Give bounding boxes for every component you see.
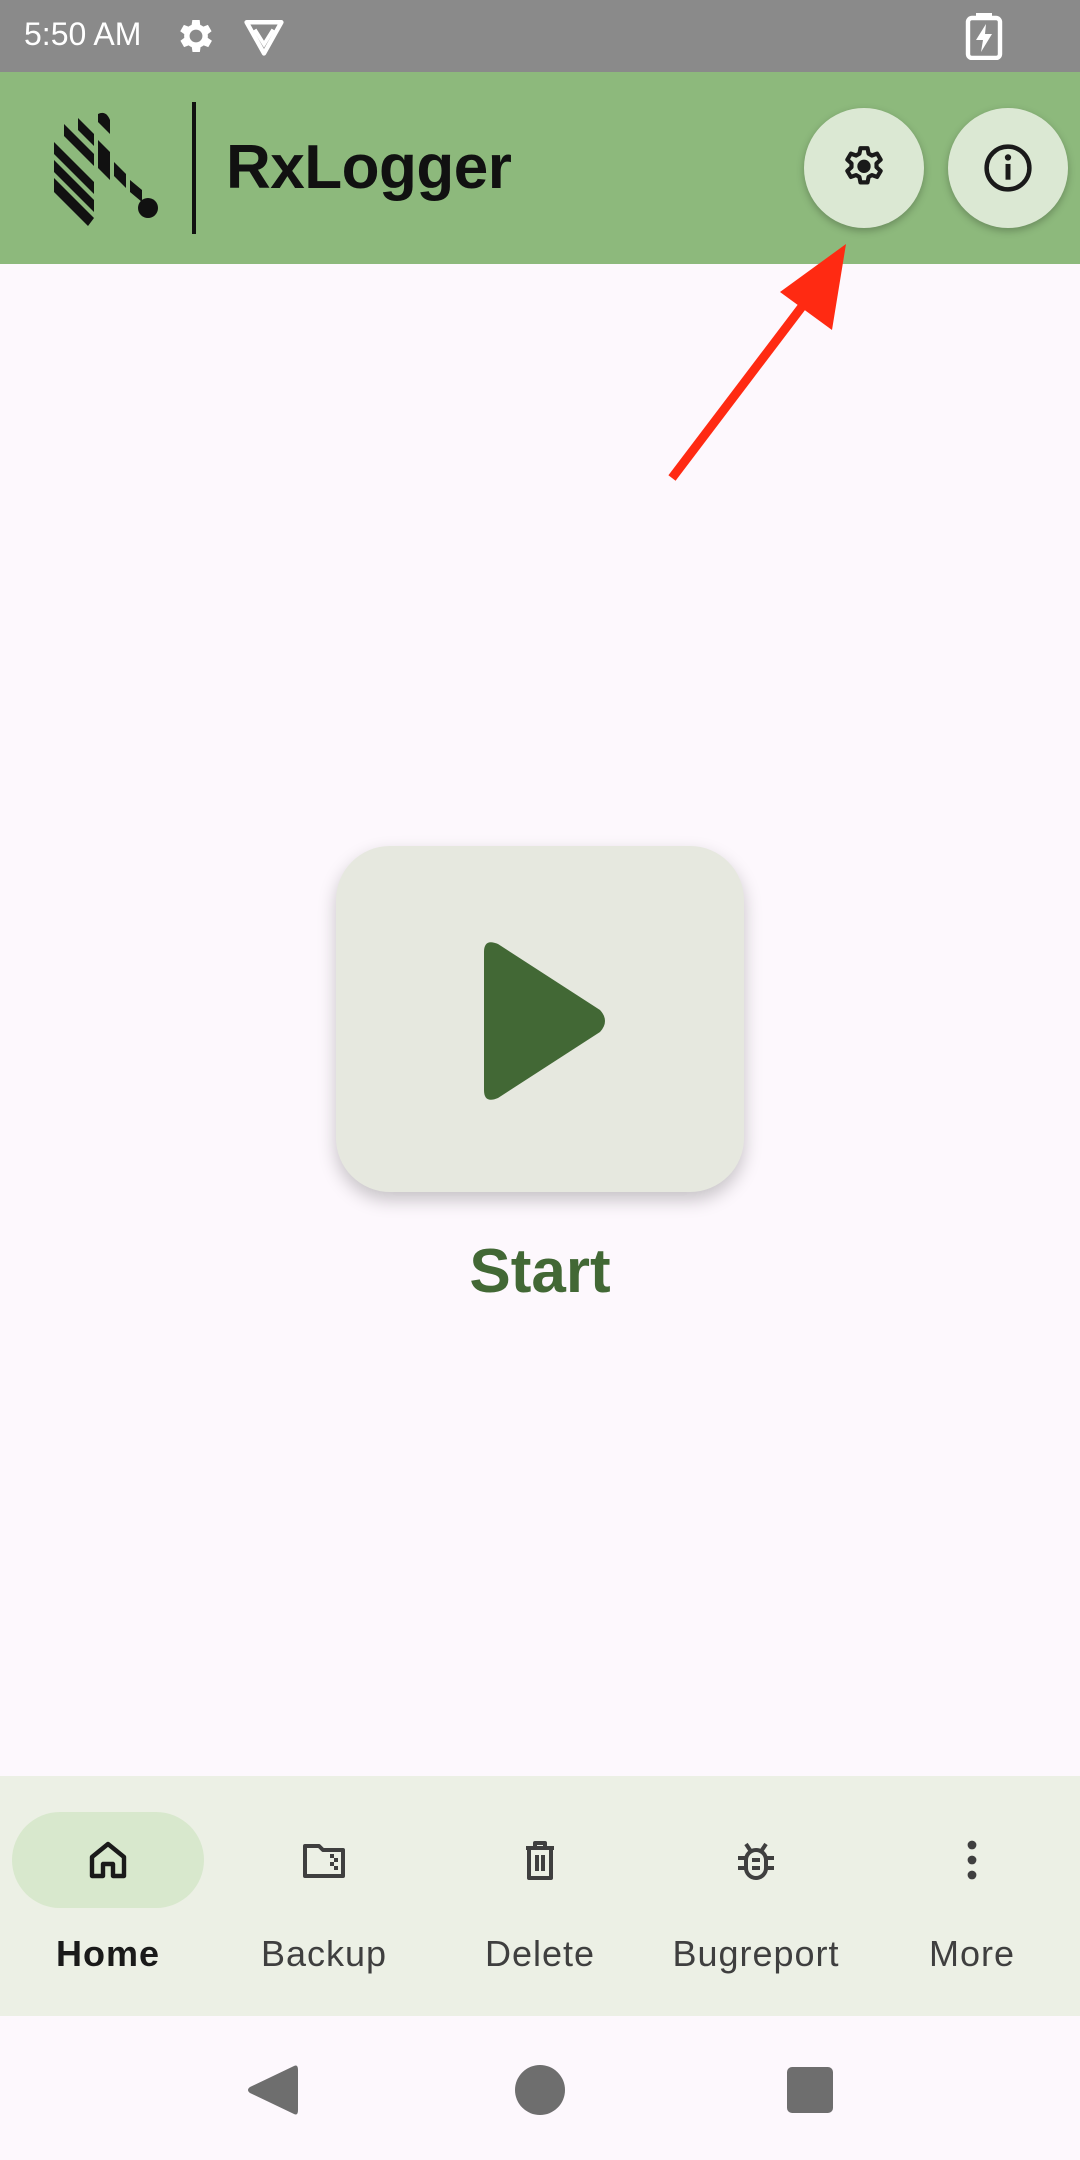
- home-circle-icon[interactable]: [514, 2064, 566, 2116]
- info-button[interactable]: [948, 108, 1068, 228]
- zebra-logo: [54, 112, 158, 226]
- folder-zip-icon: [303, 1844, 345, 1878]
- nav-item-home[interactable]: Home: [0, 1776, 216, 2016]
- gear-icon: [180, 20, 212, 52]
- play-icon: [484, 942, 605, 1100]
- trash-icon: [526, 1841, 554, 1880]
- nav-item-delete[interactable]: Delete: [432, 1776, 648, 2016]
- status-bar: 5:50 AM: [0, 0, 1080, 72]
- gear-icon: [845, 146, 883, 185]
- battery-charging-icon: [965, 13, 1003, 60]
- vpn-icon: [244, 20, 284, 56]
- annotation-arrow: [668, 244, 846, 481]
- status-time: 5:50 AM: [24, 16, 142, 52]
- nav-label-backup: Backup: [260, 1933, 388, 1974]
- recents-icon[interactable]: [786, 2066, 834, 2114]
- system-navigation-bar: [0, 2016, 1080, 2160]
- info-icon: [984, 144, 1032, 192]
- start-label: Start: [469, 1237, 611, 1306]
- back-icon[interactable]: [244, 2060, 300, 2120]
- bottom-navigation: Home Backup Delete Bugreport More: [0, 1776, 1080, 2016]
- nav-label-delete: Delete: [484, 1933, 596, 1974]
- app-bar: RxLogger: [0, 72, 1080, 264]
- nav-label-more: More: [928, 1933, 1016, 1974]
- nav-item-more[interactable]: More: [864, 1776, 1080, 2016]
- settings-button[interactable]: [804, 108, 924, 228]
- home-icon: [89, 1841, 127, 1879]
- start-button[interactable]: [336, 846, 744, 1192]
- nav-item-backup[interactable]: Backup: [216, 1776, 432, 2016]
- bug-icon: [738, 1842, 774, 1880]
- app-title: RxLogger: [226, 133, 512, 202]
- logo-divider: [192, 102, 196, 234]
- nav-item-bugreport[interactable]: Bugreport: [648, 1776, 864, 2016]
- nav-label-home: Home: [55, 1933, 161, 1974]
- more-vertical-icon: [967, 1840, 977, 1880]
- nav-label-bugreport: Bugreport: [672, 1933, 840, 1974]
